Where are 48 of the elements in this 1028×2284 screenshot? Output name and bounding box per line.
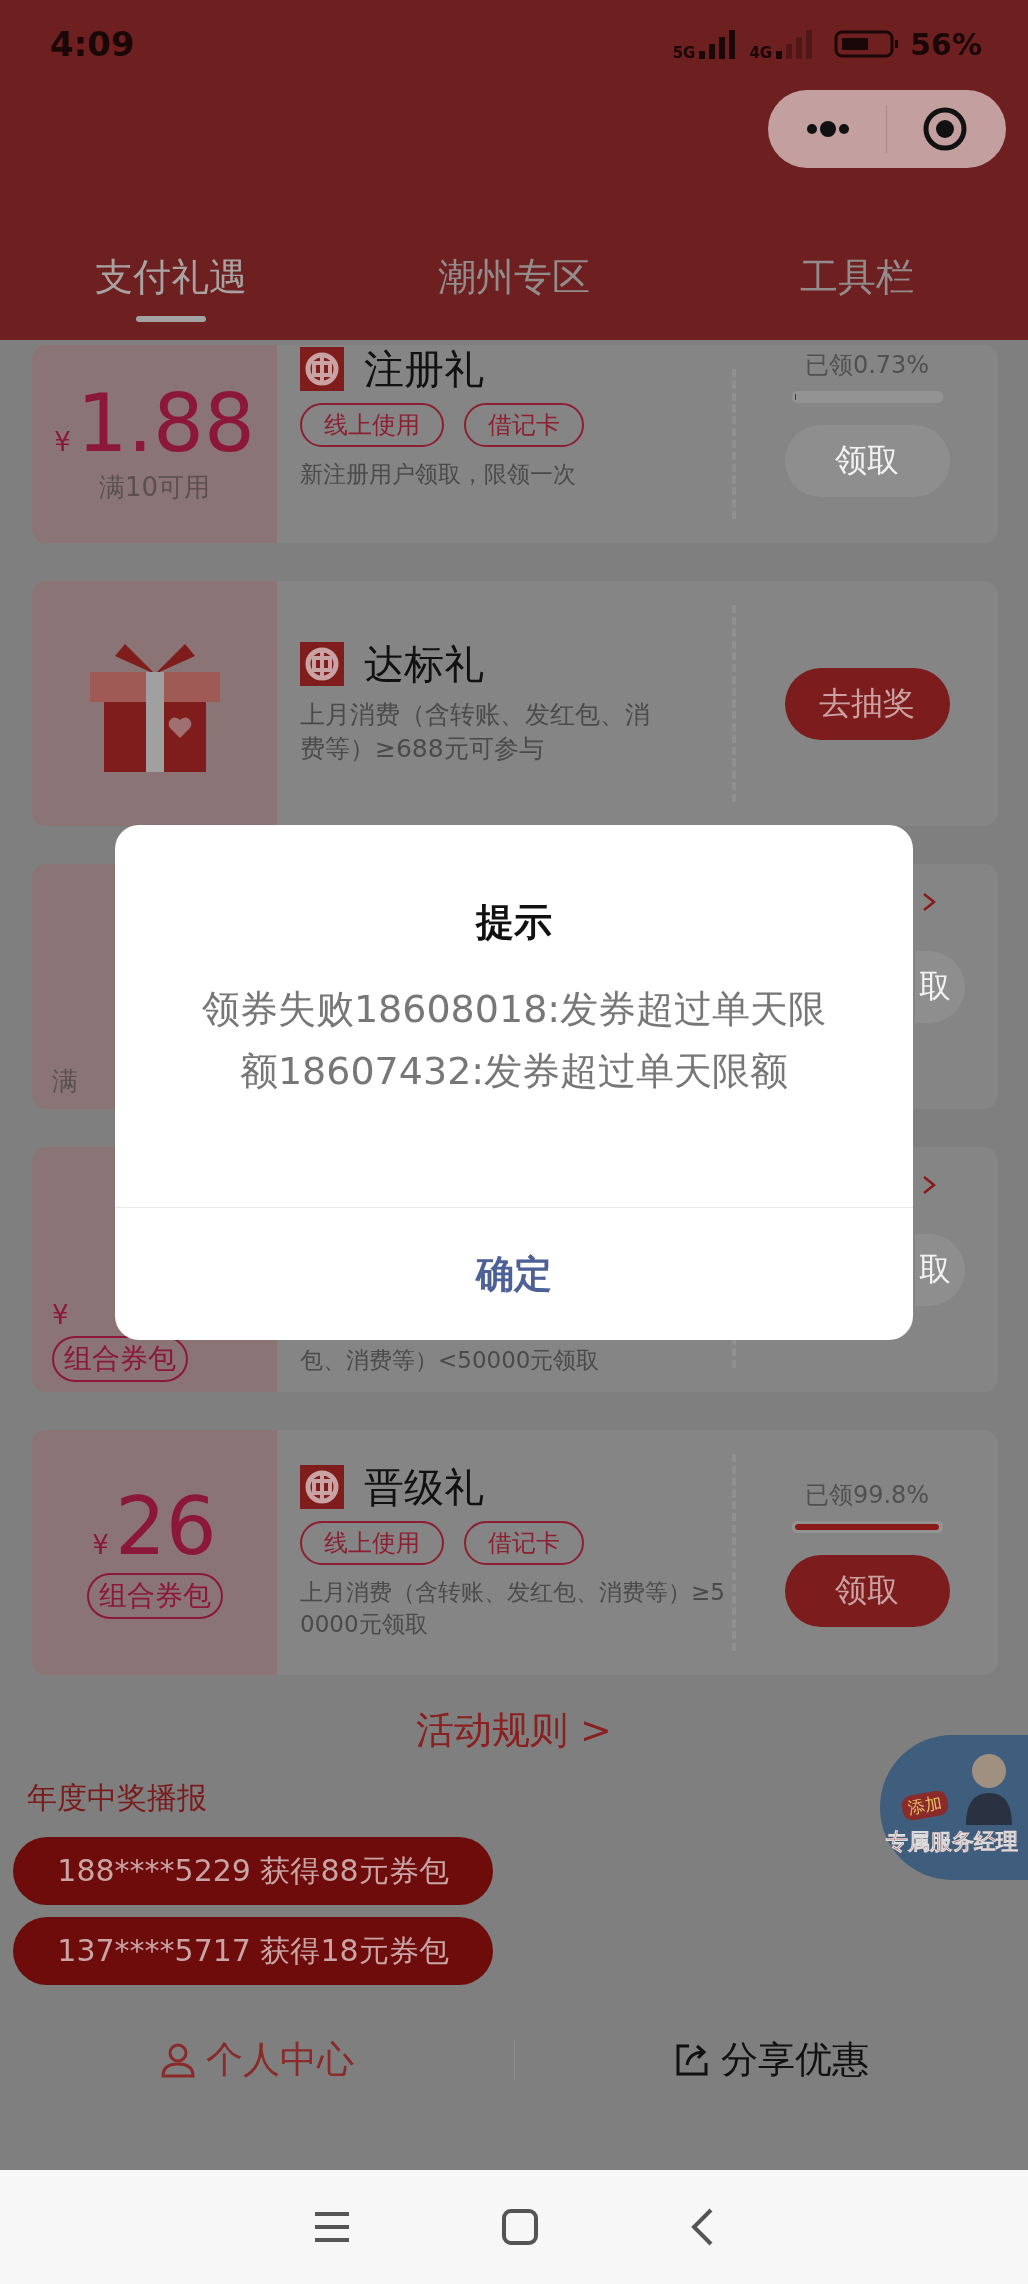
rules-link[interactable]: 活动规则 >: [416, 1705, 612, 1756]
dialog-title: 提示: [474, 899, 553, 946]
claim-button[interactable]: 领取: [784, 1554, 950, 1627]
badge-tag: 添加: [900, 1789, 950, 1822]
coupon-description: 上月消费（含转账、发红包、消费等）≥50000元领取: [300, 1578, 726, 1639]
profile-button[interactable]: 个人中心: [0, 2035, 514, 2085]
currency-sign: ¥: [92, 1529, 109, 1560]
battery-percent: 56%: [910, 26, 982, 62]
tab[interactable]: 工具栏: [685, 230, 1028, 340]
share-button[interactable]: 分享优惠: [514, 2035, 1028, 2085]
coupon-description: 新注册用户领取，限领一次: [300, 460, 577, 489]
chevron-icon: [922, 892, 936, 912]
coupon-description: 上月消费（含转账、发红包、消费等）≥688元可参与: [300, 698, 651, 765]
home-icon[interactable]: [501, 2208, 539, 2246]
feed-title: 年度中奖播报: [26, 1779, 208, 1817]
coupon-tag: 借记卡: [464, 403, 584, 447]
currency-sign: ¥: [54, 426, 71, 457]
coupon-title: 晋级礼: [364, 1465, 484, 1510]
prize-item: 188****5229 获得88元券包: [13, 1837, 493, 1905]
chevron-icon: [922, 1175, 936, 1195]
network-label: 4G: [749, 44, 773, 62]
coupon-description: 包、消费等）<50000元领取: [300, 1345, 601, 1375]
network-label: 5G: [672, 44, 696, 62]
coupon-title: 注册礼: [364, 347, 484, 391]
bank-logo-icon: [300, 641, 344, 686]
coupon-amount: 1.88: [76, 383, 255, 464]
menu-icon[interactable]: [313, 2210, 351, 2244]
badge-label[interactable]: 专属服务经理: [886, 1827, 1018, 1857]
coupon-amount: 26: [114, 1486, 217, 1567]
coupon-tag: 线上使用: [300, 403, 444, 447]
currency-sign: ¥: [52, 1300, 69, 1330]
back-icon[interactable]: [689, 2207, 715, 2247]
bank-logo-icon: [300, 347, 344, 391]
clock: 4:09: [50, 24, 136, 64]
battery-icon: [834, 29, 901, 59]
dialog-message: 领券失败18608018:发券超过单天限额18607432:发券超过单天限额: [200, 986, 828, 1095]
package-badge: 组合券包: [86, 1572, 223, 1619]
prize-item: 137****5717 获得18元券包: [13, 1917, 493, 1985]
bank-logo-icon: [300, 1465, 344, 1510]
coupon-tag: 线上使用: [300, 1521, 444, 1566]
tab[interactable]: 支付礼遇: [0, 230, 343, 340]
tab-indicator: [136, 316, 207, 322]
person-icon: [159, 2042, 196, 2078]
coupon-title: 达标礼: [364, 641, 484, 686]
coupon-tag: 借记卡: [464, 1521, 584, 1566]
lottery-button[interactable]: 去抽奖: [784, 667, 950, 740]
tab[interactable]: 潮州专区: [342, 230, 686, 340]
confirm-button[interactable]: 确定: [115, 1207, 913, 1340]
